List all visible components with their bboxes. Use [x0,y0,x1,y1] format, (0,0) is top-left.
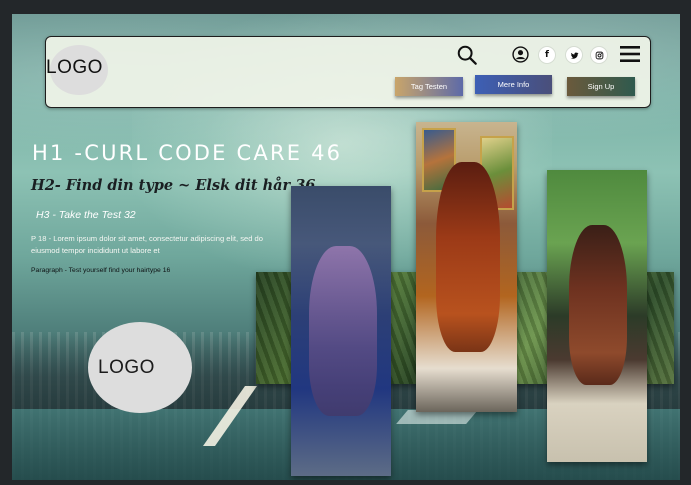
body-paragraph: P 18 - Lorem ipsum dolor sit amet, conse… [31,234,264,255]
hair-photo-copper-curls [416,122,517,412]
copper-curls-shape [436,162,500,352]
braided-hair-shape [309,246,377,416]
dark-braids-shape [569,225,627,385]
light-beam [396,410,478,424]
take-test-button[interactable]: Tag Testen [395,77,463,96]
sign-up-button[interactable]: Sign Up [567,77,635,96]
hair-photo-park-braids [547,170,647,462]
logo-big-text[interactable]: LOGO [98,357,155,379]
instagram-glyph-icon [595,51,603,59]
twitter-icon[interactable] [566,47,582,63]
page-title: H1 -CURL CODE CARE 46 [32,141,343,165]
twitter-bird-icon [570,51,578,59]
facebook-icon[interactable]: f [539,47,555,63]
user-icon[interactable] [512,46,529,63]
logo-top-text[interactable]: LOGO [46,57,103,79]
hair-photo-blue-dress [291,186,391,476]
subtitle-heading: H2- Find din type ~ Elsk dit hår 36 [31,177,316,194]
hairtype-paragraph: Paragraph - Test yourself find your hair… [31,267,171,274]
search-icon[interactable] [456,44,478,66]
take-test-heading[interactable]: H3 - Take the Test 32 [36,209,136,221]
hero-frame: LOGO f Tag Testen Mere Info Sign Up H1 -… [12,14,680,480]
menu-icon[interactable] [620,46,640,62]
site-header: LOGO f Tag Testen Mere Info Sign Up [45,36,651,108]
instagram-icon[interactable] [591,47,607,63]
more-info-button[interactable]: Mere Info [475,75,552,94]
